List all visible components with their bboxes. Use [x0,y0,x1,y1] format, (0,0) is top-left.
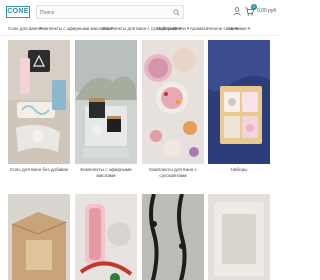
cart-total[interactable]: 0,00 руб [257,8,276,14]
site-header: CONE 0 0,00 руб [0,0,280,24]
category-label[interactable]: Наборы [208,167,270,173]
category-image[interactable] [75,194,137,280]
category-image[interactable] [208,40,270,164]
nav-item-bath-salt[interactable]: Соль для ванн [8,26,43,31]
search-bar[interactable] [36,5,184,19]
search-icon[interactable] [173,9,180,16]
nav-item-label: Ароматическое саше [190,26,235,31]
user-icon[interactable] [233,7,241,16]
category-image[interactable] [8,40,70,164]
nav-item-label: Новинки [229,26,247,31]
nav-item-label: Соль для ванн [8,26,39,31]
category-image[interactable] [8,194,70,280]
category-label[interactable]: Соль для ванн без добавок [8,167,70,173]
nav-item-essential-oil-sets[interactable]: Комплекты с эфирными маслами [39,26,113,31]
nav-item-label: Комплекты с эфирными маслами [39,26,110,31]
chevron-down-icon [247,26,251,30]
category-nav: Соль для ванн Комплекты с эфирными масла… [0,24,280,36]
category-image[interactable] [142,40,204,164]
site-logo[interactable]: CONE [6,6,30,18]
category-image[interactable] [75,40,137,164]
nav-item-candles[interactable]: Свечи [173,26,190,31]
nav-item-label: Наборы [157,26,174,31]
nav-item-new[interactable]: Новинки [229,26,251,31]
category-image[interactable] [208,194,270,280]
category-label[interactable]: Комплекты с эфирными маслами [75,167,137,179]
category-label[interactable]: Комплекты для ванн с сухоцветами [142,167,204,179]
category-image[interactable] [142,194,204,280]
nav-item-label: Свечи [173,26,186,31]
search-input[interactable] [40,8,166,17]
